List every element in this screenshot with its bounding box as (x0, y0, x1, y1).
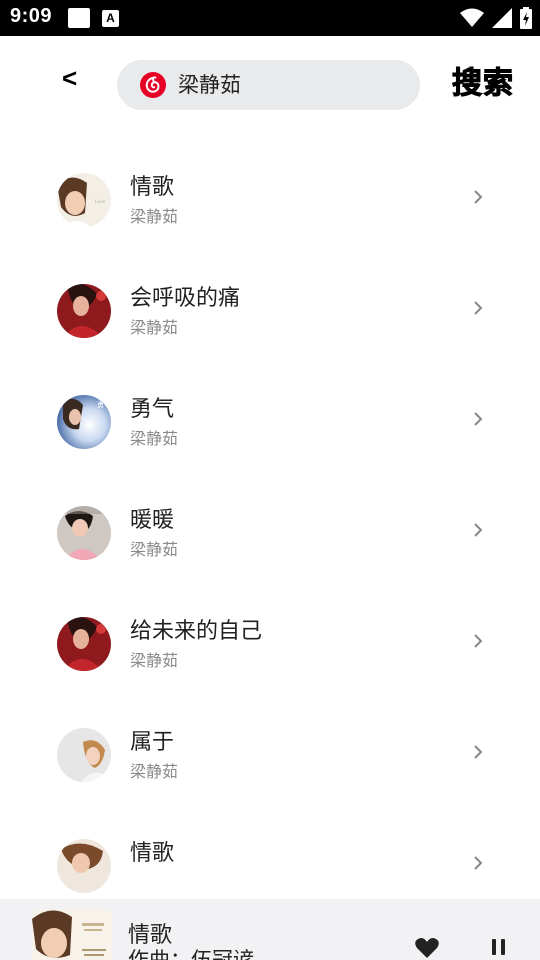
status-bar: 9:09 A (0, 0, 540, 36)
song-artist: 梁静茹 (130, 429, 179, 448)
song-title: 属于 (130, 730, 175, 755)
notification-icon (68, 8, 90, 28)
signal-icon (492, 8, 512, 28)
pause-icon[interactable] (489, 937, 509, 959)
notification-a-icon: A (102, 10, 119, 27)
chevron-right-icon (474, 856, 483, 870)
status-icons (460, 6, 532, 30)
album-cover: 勇 (57, 395, 111, 449)
album-cover (57, 506, 111, 560)
song-title: 暖暖 (130, 508, 175, 533)
search-query: 梁静茹 (178, 73, 241, 97)
now-playing-cover (32, 909, 112, 960)
search-input[interactable]: 梁静茹 (117, 60, 420, 110)
song-artist: 梁静茹 (130, 540, 179, 559)
chevron-right-icon (474, 745, 483, 759)
mini-player[interactable]: 情歌 作曲：伍冠谚 (0, 899, 540, 960)
netease-music-logo-icon (140, 72, 166, 98)
song-title: 会呼吸的痛 (130, 286, 241, 311)
song-artist: 梁静茹 (130, 318, 179, 337)
song-title: 情歌 (130, 841, 175, 866)
song-title: 情歌 (130, 175, 175, 200)
chevron-right-icon (474, 523, 483, 537)
song-list: Love 情歌 梁静茹 会呼吸的痛 梁静茹 勇 勇气 梁静茹 暖暖 梁静茹 给未… (0, 145, 540, 922)
svg-text:Love: Love (95, 200, 106, 205)
battery-icon (520, 7, 532, 29)
album-cover (57, 728, 111, 782)
status-time: 9:09 (10, 5, 53, 27)
song-item[interactable]: 属于 梁静茹 (0, 700, 540, 811)
album-cover: Love (57, 173, 111, 227)
now-playing-subtitle: 作曲：伍冠谚 (128, 948, 254, 960)
heart-icon[interactable] (414, 936, 440, 960)
chevron-right-icon (474, 301, 483, 315)
song-item[interactable]: 会呼吸的痛 梁静茹 (0, 256, 540, 367)
album-cover (57, 617, 111, 671)
song-item[interactable]: 给未来的自己 梁静茹 (0, 589, 540, 700)
back-button[interactable]: < (62, 64, 92, 96)
chevron-right-icon (474, 190, 483, 204)
song-item[interactable]: 勇 勇气 梁静茹 (0, 367, 540, 478)
song-title: 给未来的自己 (130, 619, 263, 644)
album-cover (57, 839, 111, 893)
song-artist: 梁静茹 (130, 651, 179, 670)
search-button[interactable]: 搜索 (452, 64, 514, 104)
song-artist: 梁静茹 (130, 207, 179, 226)
svg-text:勇: 勇 (97, 400, 104, 409)
song-artist: 梁静茹 (130, 762, 179, 781)
song-item[interactable]: 暖暖 梁静茹 (0, 478, 540, 589)
song-title: 勇气 (130, 397, 175, 422)
song-item[interactable]: Love 情歌 梁静茹 (0, 145, 540, 256)
wifi-icon (460, 8, 484, 27)
chevron-right-icon (474, 634, 483, 648)
chevron-right-icon (474, 412, 483, 426)
album-cover (57, 284, 111, 338)
